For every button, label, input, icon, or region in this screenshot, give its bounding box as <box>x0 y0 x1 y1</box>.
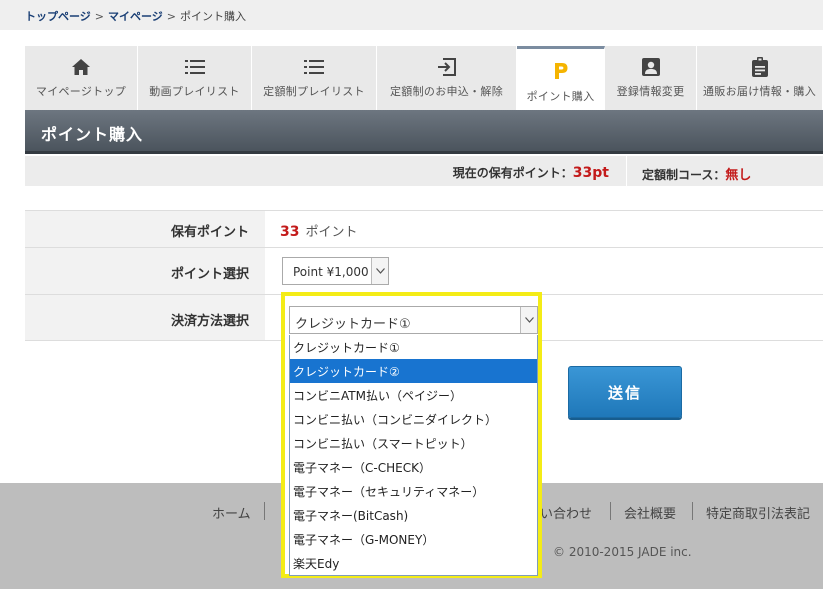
list-icon <box>303 56 325 78</box>
breadcrumb-current: ポイント購入 <box>180 10 246 23</box>
payment-option[interactable]: コンビニ払い（コンビニダイレクト） <box>290 407 537 431</box>
course-label: 定額制コース： <box>642 168 726 182</box>
point-amount-select[interactable]: Point ¥1,000 <box>282 257 389 285</box>
clipboard-icon <box>749 56 771 78</box>
current-points-value: 33pt <box>572 165 609 181</box>
footer-link-company[interactable]: 会社概要 <box>624 503 676 522</box>
tab-profile-edit[interactable]: 登録情報変更 <box>605 46 697 110</box>
footer-link-home[interactable]: ホーム <box>212 503 251 522</box>
payment-method-label: 決済方法選択 <box>25 295 265 340</box>
copyright-text: © 2010-2015 JADE inc. <box>553 545 692 559</box>
tab-label: 通販お届け情報・購入 <box>703 85 816 98</box>
tab-subscription-playlist[interactable]: 定額制プレイリスト <box>252 46 377 110</box>
owned-points-value: 33 <box>280 224 300 240</box>
payment-method-options: クレジットカード① クレジットカード② コンビニATM払い（ペイジー） コンビニ払い（… <box>289 335 538 576</box>
tab-shipping-info[interactable]: 通販お届け情報・購入 <box>697 46 823 110</box>
point-select-label: ポイント選択 <box>25 248 265 294</box>
footer-divider <box>264 502 265 520</box>
breadcrumb-separator: > <box>94 10 104 23</box>
payment-option[interactable]: 電子マネー（C-CHECK） <box>290 455 537 479</box>
payment-option[interactable]: 電子マネー（セキュリティマネー） <box>290 479 537 503</box>
status-divider <box>626 156 627 186</box>
tab-point-purchase[interactable]: ポイント購入 <box>517 46 605 110</box>
course-value: 無し <box>725 168 752 183</box>
breadcrumb: トップページ > マイページ > ポイント購入 <box>0 0 823 30</box>
tab-label: マイページトップ <box>35 85 127 98</box>
payment-option[interactable]: コンビニ払い（スマートピット） <box>290 431 537 455</box>
page-title: ポイント購入 <box>25 110 823 154</box>
footer-divider <box>610 502 611 520</box>
footer-divider <box>692 502 693 520</box>
mypage-tab-bar: マイページトップ 動画プレイリスト 定額制プレイリスト 定額制のお申込・解除 ポ… <box>25 46 823 110</box>
list-icon <box>184 56 206 78</box>
point-amount-selected: Point ¥1,000 <box>293 265 369 279</box>
tab-label: 動画プレイリスト <box>149 85 240 98</box>
tab-label: 定額制のお申込・解除 <box>390 85 503 98</box>
owned-points-value-cell: 33 ポイント <box>265 211 823 247</box>
point-select-row: ポイント選択 <box>25 247 823 294</box>
breadcrumb-link-mypage[interactable]: マイページ <box>108 10 163 23</box>
tab-mypage-top[interactable]: マイページトップ <box>25 46 138 110</box>
current-points: 現在の保有ポイント：33pt <box>453 164 609 181</box>
footer-link-legal[interactable]: 特定商取引法表記 <box>706 503 810 522</box>
payment-option[interactable]: クレジットカード② <box>290 359 537 383</box>
home-icon <box>70 56 92 78</box>
chevron-down-icon <box>520 307 537 333</box>
owned-points-label: 保有ポイント <box>25 211 265 247</box>
tab-video-playlist[interactable]: 動画プレイリスト <box>138 46 252 110</box>
tab-label: ポイント購入 <box>526 90 595 103</box>
payment-option[interactable]: クレジットカード① <box>290 335 537 359</box>
owned-points-row: 保有ポイント 33 ポイント <box>25 210 823 247</box>
footer-link-contact[interactable]: い合わせ <box>540 503 592 522</box>
payment-option[interactable]: 楽天Edy <box>290 551 537 575</box>
submit-button[interactable]: 送信 <box>568 366 682 418</box>
tab-label: 定額制プレイリスト <box>263 85 365 98</box>
chevron-down-icon <box>371 258 388 284</box>
payment-method-selected: クレジットカード① <box>295 317 411 332</box>
sign-in-icon <box>436 56 458 78</box>
breadcrumb-separator: > <box>166 10 176 23</box>
subscription-course: 定額制コース：無し <box>642 164 751 183</box>
owned-points-unit: ポイント <box>305 225 358 240</box>
payment-option[interactable]: コンビニATM払い（ペイジー） <box>290 383 537 407</box>
tab-label: 登録情報変更 <box>616 85 685 98</box>
current-points-label: 現在の保有ポイント： <box>452 166 573 180</box>
user-card-icon <box>640 56 662 78</box>
breadcrumb-link-top[interactable]: トップページ <box>25 10 91 23</box>
payment-option[interactable]: 電子マネー（G-MONEY） <box>290 527 537 551</box>
highlight-frame: クレジットカード① クレジットカード① クレジットカード② コンビニATM払い（ペイ… <box>281 292 542 578</box>
tab-subscription-apply[interactable]: 定額制のお申込・解除 <box>377 46 517 110</box>
point-p-icon <box>550 60 572 82</box>
points-status-bar: 現在の保有ポイント：33pt 定額制コース：無し <box>25 156 823 186</box>
payment-option[interactable]: 電子マネー(BitCash) <box>290 503 537 527</box>
payment-method-select[interactable]: クレジットカード① <box>289 306 538 334</box>
